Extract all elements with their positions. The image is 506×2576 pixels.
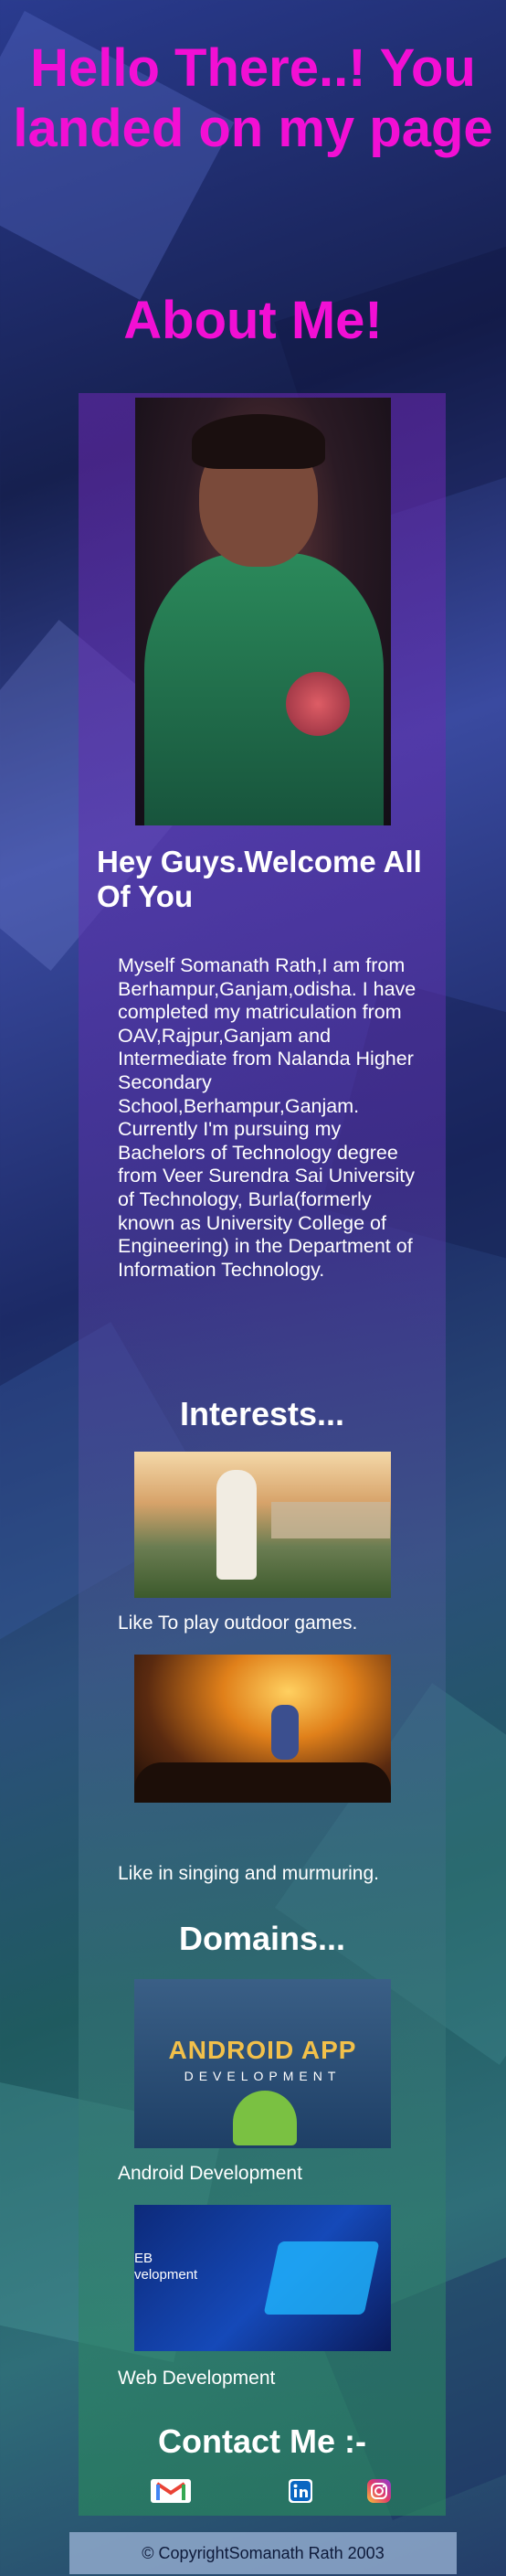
cricket-image xyxy=(134,1452,391,1598)
contact-title: Contact Me :- xyxy=(158,2422,366,2460)
android-image: ANDROID APP DEVELOPMENT xyxy=(134,1979,391,2148)
android-image-text: ANDROID APP xyxy=(168,2036,357,2064)
domain-caption-android: Android Development xyxy=(118,2163,302,2184)
domains-title: Domains... xyxy=(178,1920,346,1957)
bio-text: Myself Somanath Rath,I am from Berhampur… xyxy=(118,954,416,1281)
interests-title: Interests... xyxy=(179,1395,345,1432)
android-image-subtext: DEVELOPMENT xyxy=(184,2069,342,2083)
domain-caption-web: Web Development xyxy=(118,2368,276,2389)
laptop-icon xyxy=(263,2241,380,2315)
footer-copyright: © CopyrightSomanath Rath 2003 xyxy=(69,2532,457,2574)
hello-heading: Hello There..! You landed on my page xyxy=(13,38,493,158)
about-heading: About Me! xyxy=(123,291,383,350)
android-robot-icon xyxy=(233,2091,297,2145)
interest-caption-singing: Like in singing and murmuring. xyxy=(118,1863,379,1884)
concert-image xyxy=(134,1655,391,1803)
gmail-icon[interactable] xyxy=(151,2479,191,2503)
linkedin-icon[interactable] xyxy=(289,2479,312,2503)
welcome-heading: Hey Guys.Welcome All Of You xyxy=(97,845,422,913)
web-image-text: EB velopment xyxy=(134,2251,198,2283)
instagram-icon[interactable] xyxy=(367,2479,391,2503)
profile-photo xyxy=(135,398,391,825)
interest-caption-outdoor: Like To play outdoor games. xyxy=(118,1613,358,1634)
web-image: EB velopment xyxy=(134,2205,391,2351)
